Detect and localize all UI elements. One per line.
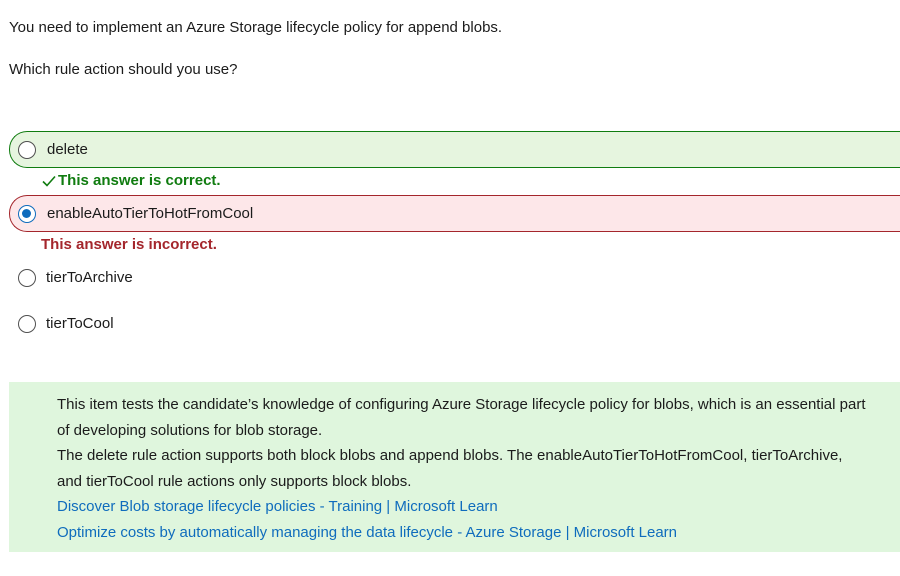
check-icon xyxy=(42,175,56,187)
answer-option-enableautotiertohotfromcool[interactable]: enableAutoTierToHotFromCool xyxy=(9,195,900,232)
explanation-panel: This item tests the candidate’s knowledg… xyxy=(9,382,900,552)
reference-link-training[interactable]: Discover Blob storage lifecycle policies… xyxy=(57,494,870,520)
radio-button[interactable] xyxy=(18,268,36,287)
answer-option-label: tierToCool xyxy=(46,315,114,332)
incorrect-feedback-text: This answer is incorrect. xyxy=(41,236,217,253)
explanation-paragraph: The delete rule action supports both blo… xyxy=(57,447,843,490)
answer-option-delete[interactable]: delete xyxy=(9,131,900,168)
answer-option-label: enableAutoTierToHotFromCool xyxy=(47,205,254,222)
incorrect-feedback: This answer is incorrect. xyxy=(41,236,217,253)
question-text: You need to implement an Azure Storage l… xyxy=(9,19,503,36)
explanation-paragraph: This item tests the candidate’s knowledg… xyxy=(57,396,866,439)
radio-button-selected[interactable] xyxy=(18,204,36,223)
answer-option-label: delete xyxy=(47,141,88,158)
question-prompt: Which rule action should you use? xyxy=(9,61,238,78)
answer-option-label: tierToArchive xyxy=(46,269,133,286)
radio-button[interactable] xyxy=(18,314,36,333)
correct-feedback: This answer is correct. xyxy=(41,172,221,189)
quiz-page: You need to implement an Azure Storage l… xyxy=(0,0,900,576)
reference-link-docs[interactable]: Optimize costs by automatically managing… xyxy=(57,520,870,546)
correct-feedback-text: This answer is correct. xyxy=(58,172,221,189)
answer-option-tiertoarchive[interactable]: tierToArchive xyxy=(9,259,900,296)
radio-button[interactable] xyxy=(18,140,36,159)
answer-option-tiertocool[interactable]: tierToCool xyxy=(9,305,900,342)
